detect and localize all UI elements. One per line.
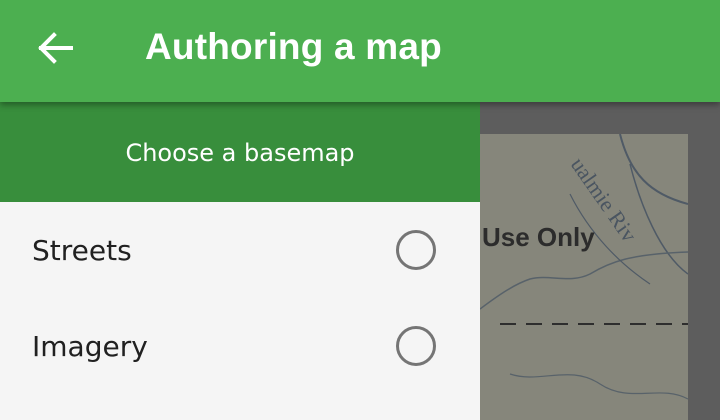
arrow-back-icon bbox=[38, 32, 73, 64]
basemap-option-imagery[interactable]: Imagery bbox=[0, 298, 480, 394]
drawer-header: Choose a basemap bbox=[0, 102, 480, 202]
back-button[interactable] bbox=[24, 22, 86, 74]
radio-unchecked-icon[interactable] bbox=[396, 230, 436, 270]
radio-unchecked-icon[interactable] bbox=[396, 326, 436, 366]
basemap-option-label: Streets bbox=[32, 233, 132, 267]
basemap-drawer: Choose a basemap Streets Imagery bbox=[0, 102, 480, 420]
app-window: ualmie Riv Use Only Authoring a map Choo… bbox=[0, 0, 720, 420]
basemap-option-label: Imagery bbox=[32, 329, 148, 363]
map-tile: ualmie Riv bbox=[480, 134, 688, 420]
page-title: Authoring a map bbox=[145, 26, 442, 67]
app-bar: Authoring a map bbox=[0, 0, 720, 102]
drawer-header-label: Choose a basemap bbox=[125, 139, 355, 167]
basemap-option-streets[interactable]: Streets bbox=[0, 202, 480, 298]
map-overlay-text: Use Only bbox=[482, 222, 595, 252]
map-lines: ualmie Riv bbox=[480, 134, 688, 420]
